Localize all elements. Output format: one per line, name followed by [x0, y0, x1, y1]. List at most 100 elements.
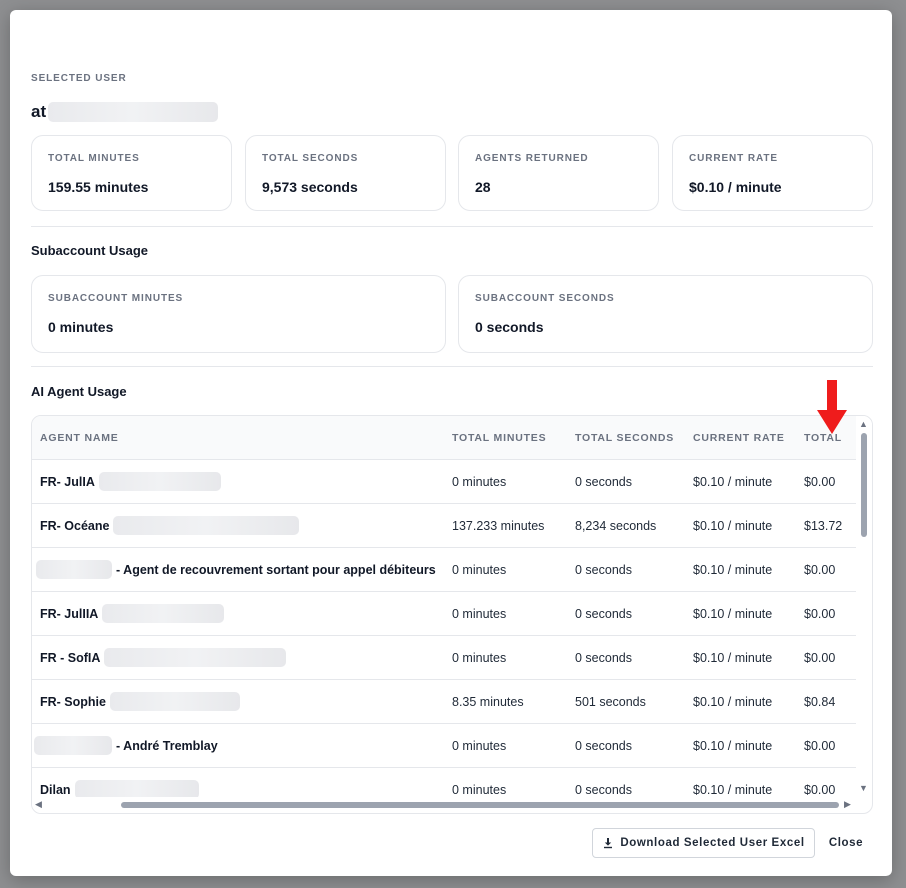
total-cell: $13.72: [804, 519, 843, 533]
agent-name: - André Tremblay: [116, 738, 218, 753]
seconds-cell: 0 seconds: [575, 563, 632, 577]
agent-name-cell: - Agent de recouvrement sortant pour app…: [36, 560, 436, 579]
agent-name-cell: FR- JulIA: [40, 472, 221, 491]
agent-name-cell: FR- Océane: [40, 516, 300, 535]
close-button[interactable]: Close: [825, 828, 867, 858]
col-total-seconds[interactable]: TOTAL SECONDS: [575, 432, 674, 444]
vertical-scroll-thumb[interactable]: [861, 433, 867, 537]
rate-cell: $0.10 / minute: [693, 607, 773, 621]
seconds-cell: 0 seconds: [575, 651, 632, 665]
agent-name-cell: FR- Sophie: [40, 692, 240, 711]
col-current-rate[interactable]: CURRENT RATE: [693, 432, 785, 444]
redacted-text: [113, 516, 300, 535]
divider: [31, 366, 873, 367]
total-cell: $0.00: [804, 739, 836, 753]
minutes-cell: 0 minutes: [452, 475, 507, 489]
agent-usage-table[interactable]: AGENT NAME TOTAL MINUTES TOTAL SECONDS C…: [31, 415, 873, 814]
agent-name-cell: - André Tremblay: [34, 736, 218, 755]
scroll-up-icon[interactable]: ▲: [859, 420, 868, 429]
stat-value: 0 minutes: [48, 319, 114, 335]
scroll-down-icon[interactable]: ▼: [859, 784, 868, 793]
rate-cell: $0.10 / minute: [693, 695, 773, 709]
redacted-user-name: [48, 102, 219, 122]
stat-label: TOTAL SECONDS: [262, 153, 359, 164]
seconds-cell: 8,234 seconds: [575, 519, 657, 533]
scroll-right-icon[interactable]: ▶: [844, 800, 851, 809]
total-cell: $0.00: [804, 475, 836, 489]
table-row: FR- Océane 137.233 minutes 8,234 seconds…: [32, 504, 858, 548]
rate-cell: $0.10 / minute: [693, 739, 773, 753]
table-row: FR- Sophie 8.35 minutes 501 seconds $0.1…: [32, 680, 858, 724]
horizontal-scrollbar[interactable]: ◀ ▶: [32, 797, 858, 813]
seconds-cell: 0 seconds: [575, 607, 632, 621]
table-row: - André Tremblay 0 minutes 0 seconds $0.…: [32, 724, 858, 768]
usage-modal: SELECTED USER at TOTAL MINUTES 159.55 mi…: [10, 10, 892, 876]
minutes-cell: 0 minutes: [452, 783, 507, 797]
stat-card-agents-returned: AGENTS RETURNED 28: [458, 135, 659, 211]
seconds-cell: 0 seconds: [575, 783, 632, 797]
agent-name: FR - SofIA: [40, 650, 101, 665]
redacted-text: [34, 736, 112, 755]
redacted-text: [102, 604, 225, 623]
agent-name-cell: FR - SofIA: [40, 648, 287, 667]
selected-user: at: [31, 100, 219, 124]
stat-card-current-rate: CURRENT RATE $0.10 / minute: [672, 135, 873, 211]
selected-user-name: at: [31, 102, 47, 121]
stat-card-total-seconds: TOTAL SECONDS 9,573 seconds: [245, 135, 446, 211]
subaccount-seconds-card: SUBACCOUNT SECONDS 0 seconds: [458, 275, 873, 353]
rate-cell: $0.10 / minute: [693, 519, 773, 533]
subaccount-minutes-card: SUBACCOUNT MINUTES 0 minutes: [31, 275, 446, 353]
minutes-cell: 0 minutes: [452, 739, 507, 753]
vertical-scrollbar[interactable]: ▲ ▼: [856, 416, 872, 799]
horizontal-scroll-thumb[interactable]: [121, 802, 839, 808]
stat-label: SUBACCOUNT MINUTES: [48, 293, 184, 304]
stat-label: TOTAL MINUTES: [48, 153, 140, 164]
stat-value: 9,573 seconds: [262, 179, 358, 195]
red-down-arrow-icon: [817, 380, 847, 434]
minutes-cell: 8.35 minutes: [452, 695, 524, 709]
agent-name: FR- JulIA: [40, 474, 95, 489]
total-cell: $0.00: [804, 607, 836, 621]
stat-card-total-minutes: TOTAL MINUTES 159.55 minutes: [31, 135, 232, 211]
download-excel-button[interactable]: Download Selected User Excel: [592, 828, 815, 858]
total-cell: $0.00: [804, 651, 836, 665]
minutes-cell: 137.233 minutes: [452, 519, 545, 533]
redacted-text: [36, 560, 112, 579]
stat-label: CURRENT RATE: [689, 153, 778, 164]
col-agent-name[interactable]: AGENT NAME: [40, 432, 119, 444]
total-cell: $0.00: [804, 783, 836, 797]
seconds-cell: 0 seconds: [575, 475, 632, 489]
total-cell: $0.84: [804, 695, 836, 709]
scroll-left-icon[interactable]: ◀: [35, 800, 42, 809]
minutes-cell: 0 minutes: [452, 651, 507, 665]
rate-cell: $0.10 / minute: [693, 563, 773, 577]
stat-value: 28: [475, 179, 491, 195]
table-header: AGENT NAME TOTAL MINUTES TOTAL SECONDS C…: [32, 416, 858, 460]
agent-name: FR- Océane: [40, 518, 110, 533]
agent-name-cell: FR- JulIIA: [40, 604, 225, 623]
rate-cell: $0.10 / minute: [693, 651, 773, 665]
total-cell: $0.00: [804, 563, 836, 577]
col-total-minutes[interactable]: TOTAL MINUTES: [452, 432, 546, 444]
redacted-text: [98, 472, 221, 491]
download-excel-label: Download Selected User Excel: [620, 837, 805, 849]
rate-cell: $0.10 / minute: [693, 783, 773, 797]
agent-name: Dilan: [40, 782, 71, 797]
seconds-cell: 0 seconds: [575, 739, 632, 753]
divider: [31, 226, 873, 227]
agent-name: FR- Sophie: [40, 694, 106, 709]
selected-user-label: SELECTED USER: [31, 73, 127, 84]
seconds-cell: 501 seconds: [575, 695, 646, 709]
table-row: FR- JulIIA 0 minutes 0 seconds $0.10 / m…: [32, 592, 858, 636]
agent-name: FR- JulIIA: [40, 606, 99, 621]
download-icon: [604, 838, 613, 849]
redacted-text: [109, 692, 240, 711]
minutes-cell: 0 minutes: [452, 607, 507, 621]
agent-name: - Agent de recouvrement sortant pour app…: [116, 562, 436, 577]
stat-value: 159.55 minutes: [48, 179, 149, 195]
table-row: FR - SofIA 0 minutes 0 seconds $0.10 / m…: [32, 636, 858, 680]
minutes-cell: 0 minutes: [452, 563, 507, 577]
stat-value: $0.10 / minute: [689, 179, 782, 195]
rate-cell: $0.10 / minute: [693, 475, 773, 489]
redacted-text: [104, 648, 287, 667]
